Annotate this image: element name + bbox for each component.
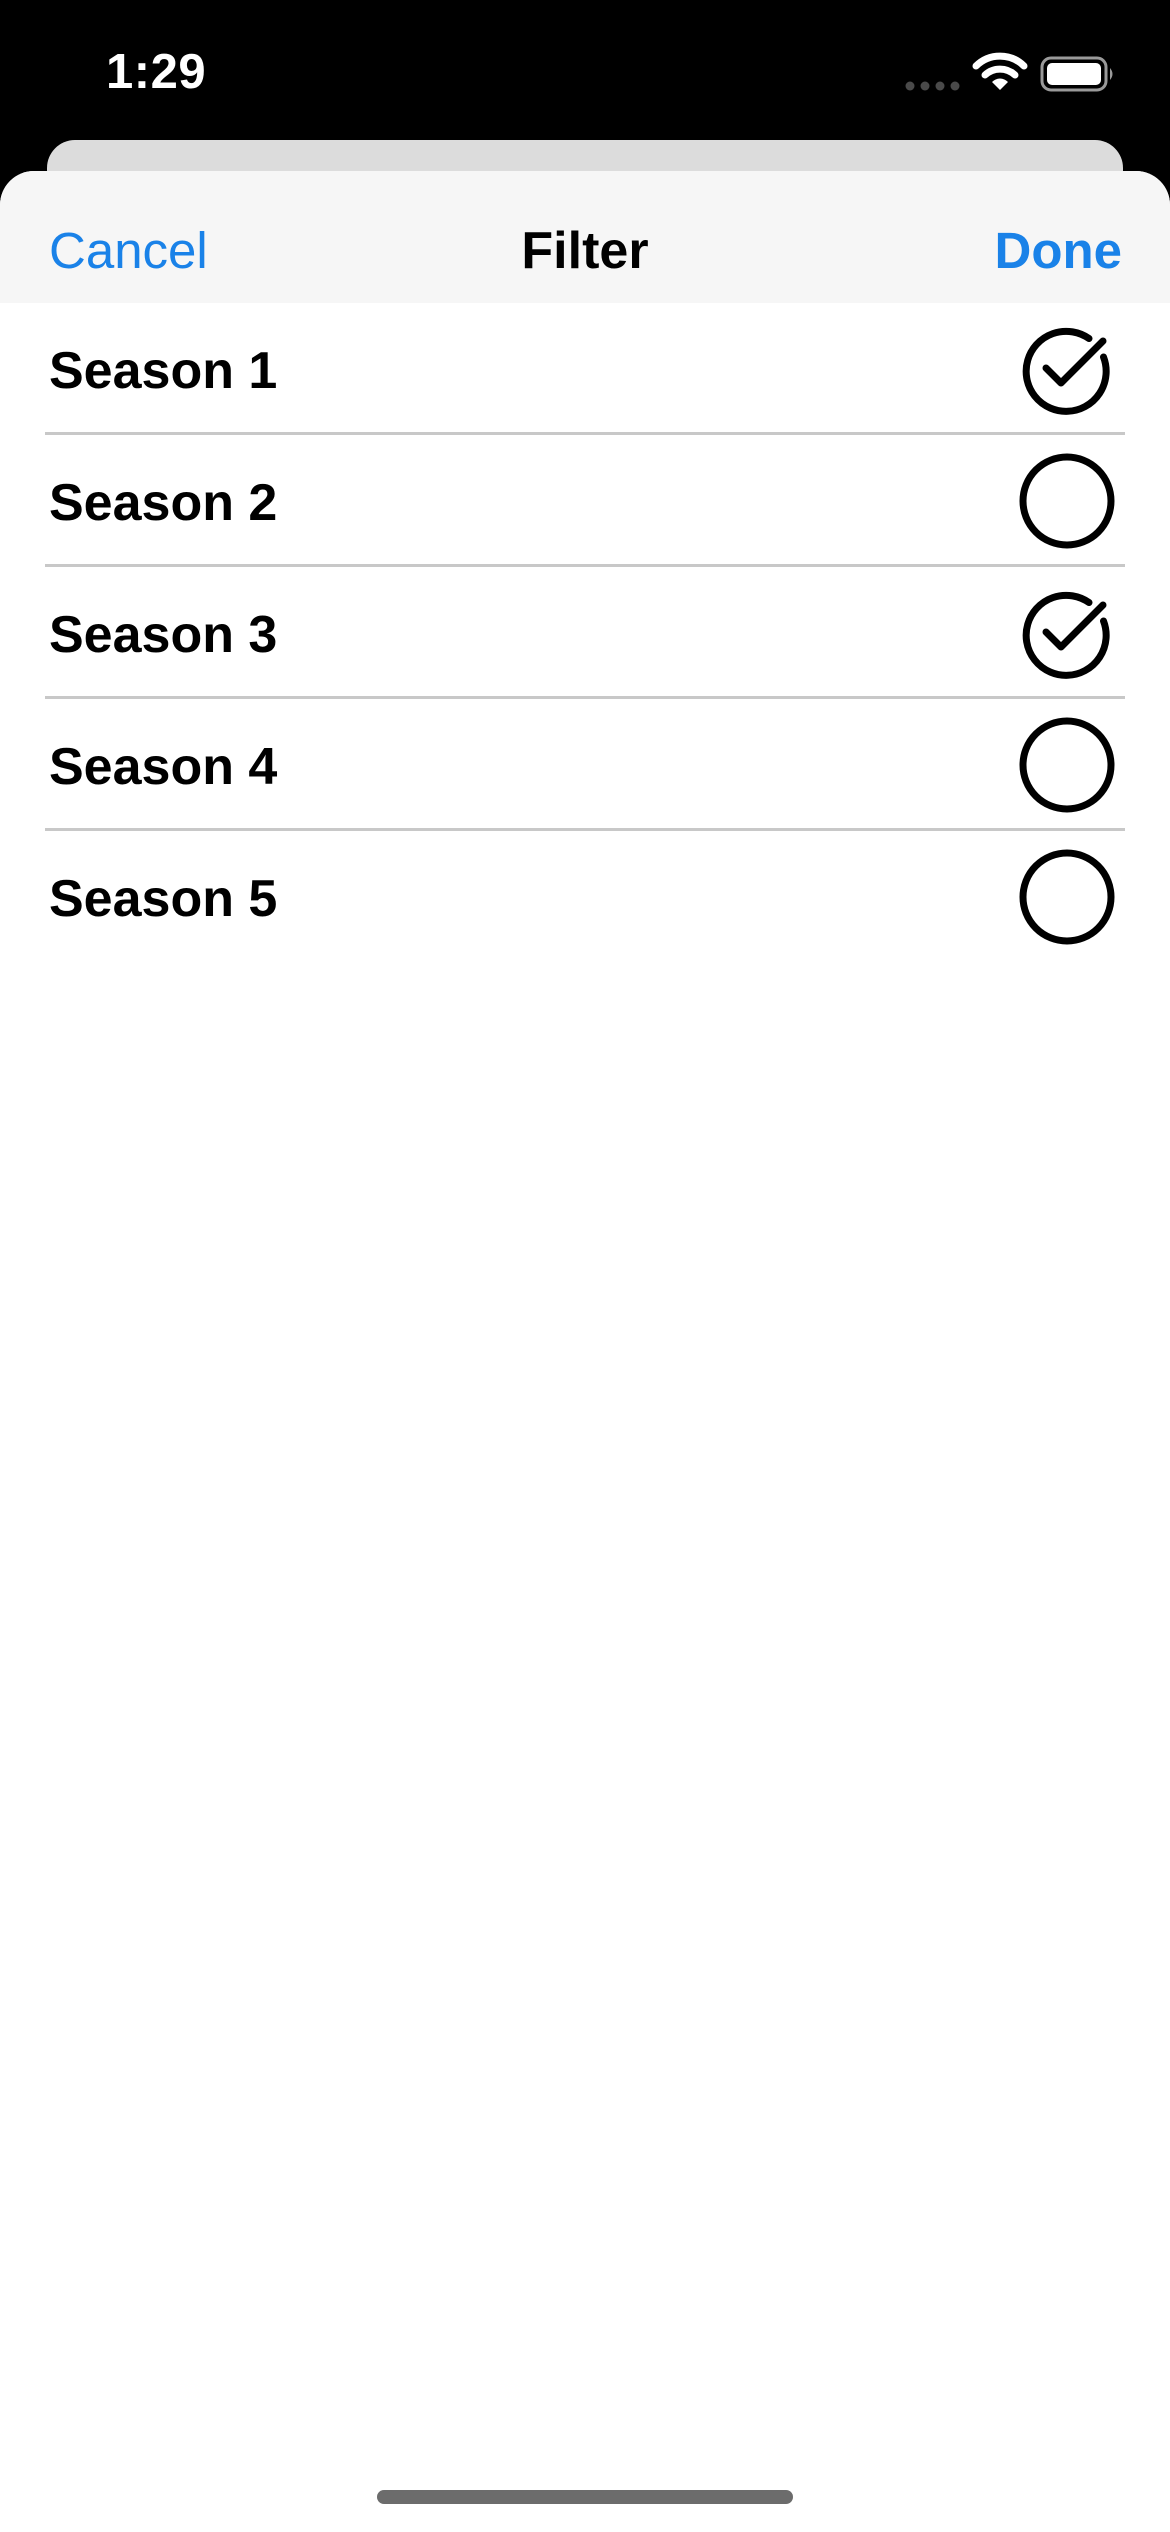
empty-circle-icon <box>1019 453 1115 549</box>
season-label: Season 4 <box>49 738 278 796</box>
cancel-button[interactable]: Cancel <box>49 221 208 280</box>
battery-icon <box>1040 56 1113 92</box>
status-time: 1:29 <box>106 45 207 99</box>
season-label: Season 2 <box>49 474 278 532</box>
status-bar: 1:29 <box>0 0 1170 150</box>
empty-circle-icon <box>1019 717 1115 813</box>
wifi-icon <box>972 52 1028 90</box>
season-row-3[interactable]: Season 3 <box>45 567 1125 699</box>
season-row-2[interactable]: Season 2 <box>45 435 1125 567</box>
done-button[interactable]: Done <box>995 221 1123 280</box>
season-label: Season 5 <box>49 870 278 928</box>
season-label: Season 1 <box>49 342 278 400</box>
navigation-bar: Cancel Filter Done <box>0 171 1170 303</box>
season-row-4[interactable]: Season 4 <box>45 699 1125 831</box>
checkmark-circle-icon <box>1022 327 1110 415</box>
filter-sheet: Cancel Filter Done Season 1 Season 2 Sea… <box>0 171 1170 2532</box>
screen: 1:29 Cancel Filter Done Season 1 Season … <box>0 0 1170 2532</box>
season-list: Season 1 Season 2 Season 3 Season 4 Seas… <box>0 303 1170 963</box>
empty-circle-icon <box>1019 849 1115 945</box>
home-indicator[interactable] <box>377 2490 793 2504</box>
season-row-1[interactable]: Season 1 <box>45 303 1125 435</box>
season-row-5[interactable]: Season 5 <box>45 831 1125 963</box>
signal-dots-icon <box>905 81 960 91</box>
checkmark-circle-icon <box>1022 591 1110 679</box>
season-label: Season 3 <box>49 606 278 664</box>
